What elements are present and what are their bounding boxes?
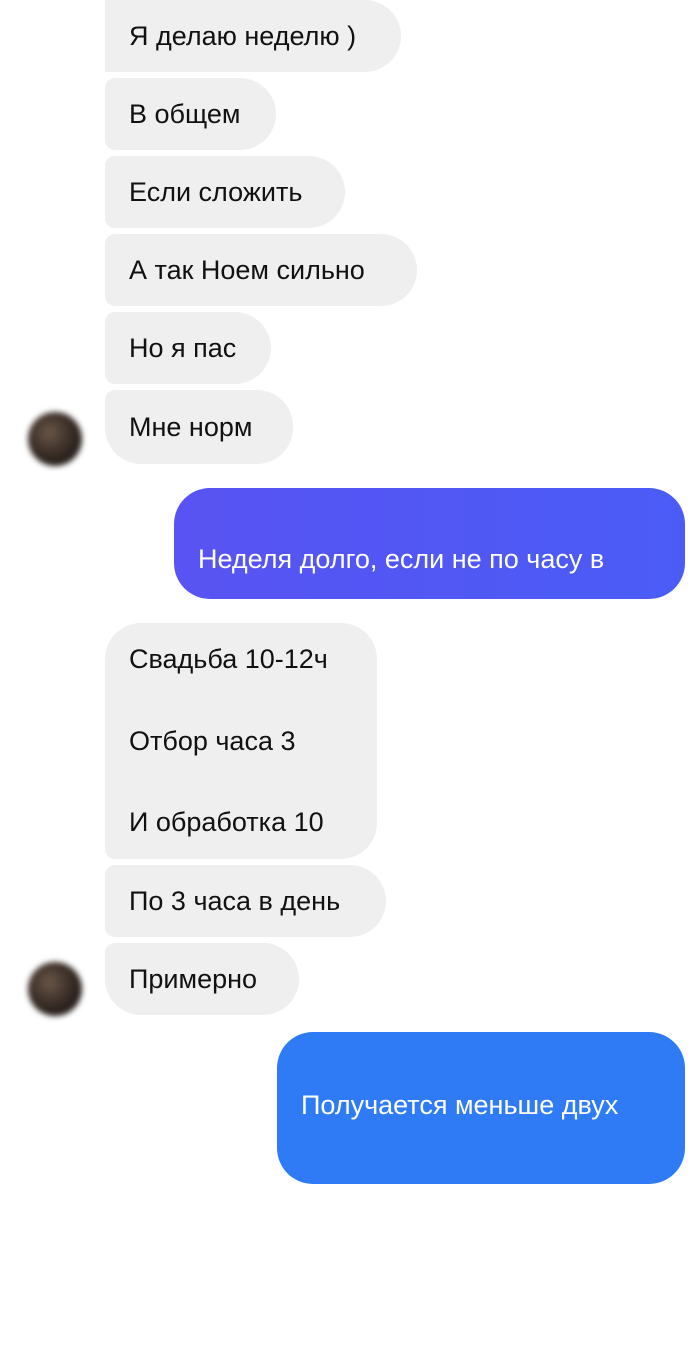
incoming-message[interactable]: Но я пас xyxy=(105,312,271,384)
incoming-message[interactable]: Если сложить xyxy=(105,156,345,228)
message-text: Если сложить xyxy=(129,176,303,207)
incoming-message[interactable]: Примерно xyxy=(105,943,299,1015)
message-text: И обработка 10 xyxy=(129,807,324,837)
contact-avatar[interactable] xyxy=(28,412,82,466)
redacted-name xyxy=(483,1204,546,1228)
incoming-message[interactable]: Свадьба 10-12ч Отбор часа 3 И обработка … xyxy=(105,623,377,859)
message-text: Но я пас xyxy=(129,332,237,363)
message-text: Получается меньше двух xyxy=(301,1090,619,1120)
message-text: рабочих дней, xyxy=(301,1201,480,1231)
message-text-line: рабочих дней,) xyxy=(301,1161,661,1235)
incoming-message[interactable]: А так Ноем сильно xyxy=(105,234,417,306)
outgoing-message[interactable]: Получается меньше двух рабочих дней,) Ра… xyxy=(277,1032,685,1305)
contact-avatar[interactable] xyxy=(28,962,82,1016)
incoming-message[interactable]: Я делаю неделю ) xyxy=(105,0,401,72)
outgoing-message[interactable]: Неделя долго, если не по часу в день, ко… xyxy=(174,488,685,648)
incoming-message[interactable]: В общем xyxy=(105,78,276,150)
incoming-message[interactable]: По 3 часа в день xyxy=(105,865,386,937)
message-text: Рабочий день = 8 часов xyxy=(301,1275,601,1305)
message-text: По 3 часа в день xyxy=(129,885,341,916)
message-text: ) xyxy=(549,1201,559,1231)
message-text: Неделя долго, если не по часу в xyxy=(198,544,605,574)
message-text: В общем xyxy=(129,98,241,129)
message-text: А так Ноем сильно xyxy=(129,254,365,285)
message-text: Я делаю неделю ) xyxy=(129,20,357,51)
message-text: Примерно xyxy=(129,963,258,994)
message-text: Отбор часа 3 xyxy=(129,725,296,756)
incoming-message[interactable]: Мне норм xyxy=(105,390,293,464)
message-text: Свадьба 10-12ч xyxy=(129,644,328,674)
message-text: Мне норм xyxy=(129,411,253,442)
